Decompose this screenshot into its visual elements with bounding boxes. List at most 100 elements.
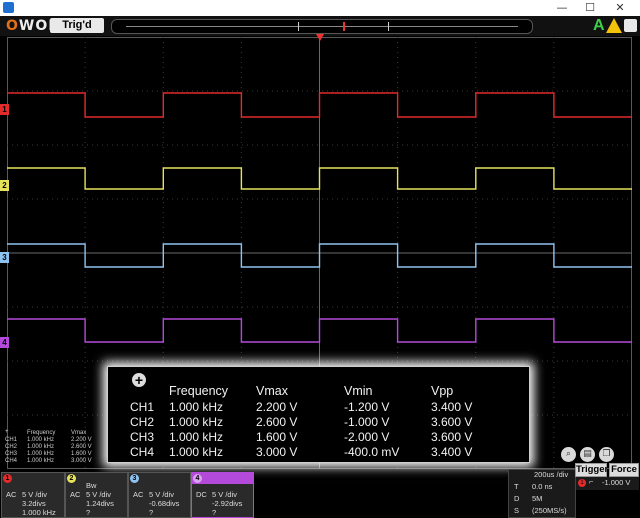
ch2-waveform	[7, 167, 632, 190]
ch1-extra: 1.000 kHz	[22, 508, 56, 517]
window-title-bar: — ☐ ✕	[0, 0, 640, 17]
ch2-bandwidth-limit: Bw	[86, 481, 97, 490]
header-vmax: Vmax	[256, 384, 288, 398]
ch2-position: 1.24divs	[86, 499, 114, 508]
ch3-badge: 3	[130, 474, 139, 483]
row-vpp: 3.400 V	[431, 400, 473, 414]
run-arrow-icon[interactable]: A	[593, 17, 605, 35]
ch4-position: -2.92divs	[212, 499, 243, 508]
mini-frequency: 1.000 kHz	[27, 451, 55, 457]
zoom-icon[interactable]: ⌕	[561, 447, 576, 462]
sample-rate-value: (250MS/s)	[532, 506, 567, 515]
sample-rate-label: S	[514, 506, 520, 515]
row-ch: CH2	[130, 415, 155, 429]
ch2-coupling: AC	[70, 490, 81, 499]
mini-ch: CH2	[5, 444, 18, 450]
ch2-extra: ?	[86, 508, 91, 517]
mini-ch: CH1	[5, 437, 18, 443]
measurement-panel[interactable]: + Frequency Vmax Vmin Vpp CH1 1.000 kHz …	[107, 366, 530, 463]
row-vmax: 2.200 V	[256, 400, 298, 414]
ch1-level-marker[interactable]: 1	[0, 104, 9, 115]
mini-frequency: 1.000 kHz	[27, 444, 55, 450]
trigger-status-indicator: Trig'd	[50, 18, 104, 33]
row-ch: CH4	[130, 445, 155, 459]
ch4-level-marker[interactable]: 4	[0, 337, 9, 348]
trigger-button[interactable]: Trigger	[575, 463, 608, 477]
ch3-scale: 5 V /div	[149, 490, 175, 499]
ch2-scale: 5 V /div	[86, 490, 112, 499]
ch2-level-marker[interactable]: 2	[0, 180, 9, 191]
row-vmin: -400.0 mV	[344, 445, 400, 459]
mini-vmax: 2.200 V	[71, 437, 92, 443]
row-vpp: 3.600 V	[431, 430, 473, 444]
ch1-badge: 1	[3, 474, 12, 483]
copy-icon[interactable]: ❐	[599, 447, 614, 462]
rising-edge-icon: ⌐	[589, 477, 594, 486]
memory-track	[126, 26, 518, 27]
ch1-coupling: AC	[6, 490, 17, 499]
app-icon	[3, 2, 14, 13]
mini-vmax: 2.600 V	[71, 444, 92, 450]
force-button[interactable]: Force	[609, 463, 639, 477]
ch4-coupling: DC	[196, 490, 207, 499]
timebase-scale: 200us /div	[534, 470, 569, 479]
row-vmax: 1.600 V	[256, 430, 298, 444]
row-vmax: 3.000 V	[256, 445, 298, 459]
trigger-position-mark[interactable]	[343, 22, 345, 31]
ch4-waveform	[7, 318, 632, 343]
row-ch: CH1	[130, 400, 155, 414]
row-frequency: 1.000 kHz	[169, 445, 224, 459]
timebase-panel[interactable]: 200us /div T 0.0 ns D 5M S (250MS/s)	[508, 469, 576, 518]
ch2-info-panel[interactable]: 2 Bw AC 5 V /div 1.24divs ?	[65, 472, 128, 518]
ch2-badge: 2	[67, 474, 76, 483]
trigger-time-marker[interactable]	[316, 34, 324, 41]
row-ch: CH3	[130, 430, 155, 444]
header-frequency: Frequency	[169, 384, 229, 398]
ch4-badge: 4	[193, 474, 202, 483]
row-frequency: 1.000 kHz	[169, 400, 224, 414]
ch3-level-marker[interactable]: 3	[0, 252, 9, 263]
header-vpp: Vpp	[431, 384, 454, 398]
add-measurement-icon[interactable]: +	[132, 373, 146, 387]
row-vmin: -1.200 V	[344, 400, 390, 414]
memory-depth-value: 5M	[532, 494, 543, 503]
trigger-source-badge: 1	[578, 479, 586, 487]
row-vpp: 3.400 V	[431, 445, 473, 459]
mini-header-vmax: Vmax	[71, 430, 87, 436]
ch1-position: 3.2divs	[22, 499, 46, 508]
close-button[interactable]: ✕	[606, 0, 634, 16]
row-vmax: 2.600 V	[256, 415, 298, 429]
scope-toolbar: OWON Trig'd A	[0, 16, 640, 36]
memory-position-bar[interactable]	[111, 19, 533, 34]
row-vpp: 3.600 V	[431, 415, 473, 429]
memory-depth-label: D	[514, 494, 520, 503]
ch3-info-panel[interactable]: 3 AC 5 V /div -0.68divs ?	[128, 472, 191, 518]
ch1-info-panel[interactable]: 1 AC 5 V /div 3.2divs 1.000 kHz	[1, 472, 65, 518]
trigger-offset-label: T	[514, 482, 519, 491]
ch3-position: -0.68divs	[149, 499, 180, 508]
maximize-button[interactable]: ☐	[576, 0, 604, 16]
ch4-scale: 5 V /div	[212, 490, 238, 499]
row-vmin: -1.000 V	[344, 415, 390, 429]
row-frequency: 1.000 kHz	[169, 430, 224, 444]
minimize-button[interactable]: —	[548, 0, 576, 16]
mini-ch: CH3	[5, 451, 18, 457]
mini-ch: CH4	[5, 458, 18, 464]
mini-vmax: 3.000 V	[71, 458, 92, 464]
trigger-offset-value: 0.0 ns	[532, 482, 553, 491]
mini-frequency: 1.000 kHz	[27, 437, 55, 443]
ch3-extra: ?	[149, 508, 154, 517]
trigger-info: 1 ⌐ -1.000 V	[576, 477, 639, 490]
ch3-coupling: AC	[133, 490, 144, 499]
mini-header-frequency: Frequency	[27, 430, 56, 436]
ch1-scale: 5 V /div	[22, 490, 48, 499]
save-icon[interactable]: ▤	[580, 447, 595, 462]
warning-icon[interactable]	[606, 18, 622, 33]
mini-vmax: 1.600 V	[71, 451, 92, 457]
ch4-info-panel[interactable]: 4 DC 5 V /div -2.92divs ?	[191, 472, 254, 518]
home-icon[interactable]	[624, 19, 637, 32]
ch1-waveform	[7, 92, 632, 118]
mini-plus-icon: +	[5, 429, 9, 435]
window-right-mark	[388, 22, 389, 31]
row-vmin: -2.000 V	[344, 430, 390, 444]
